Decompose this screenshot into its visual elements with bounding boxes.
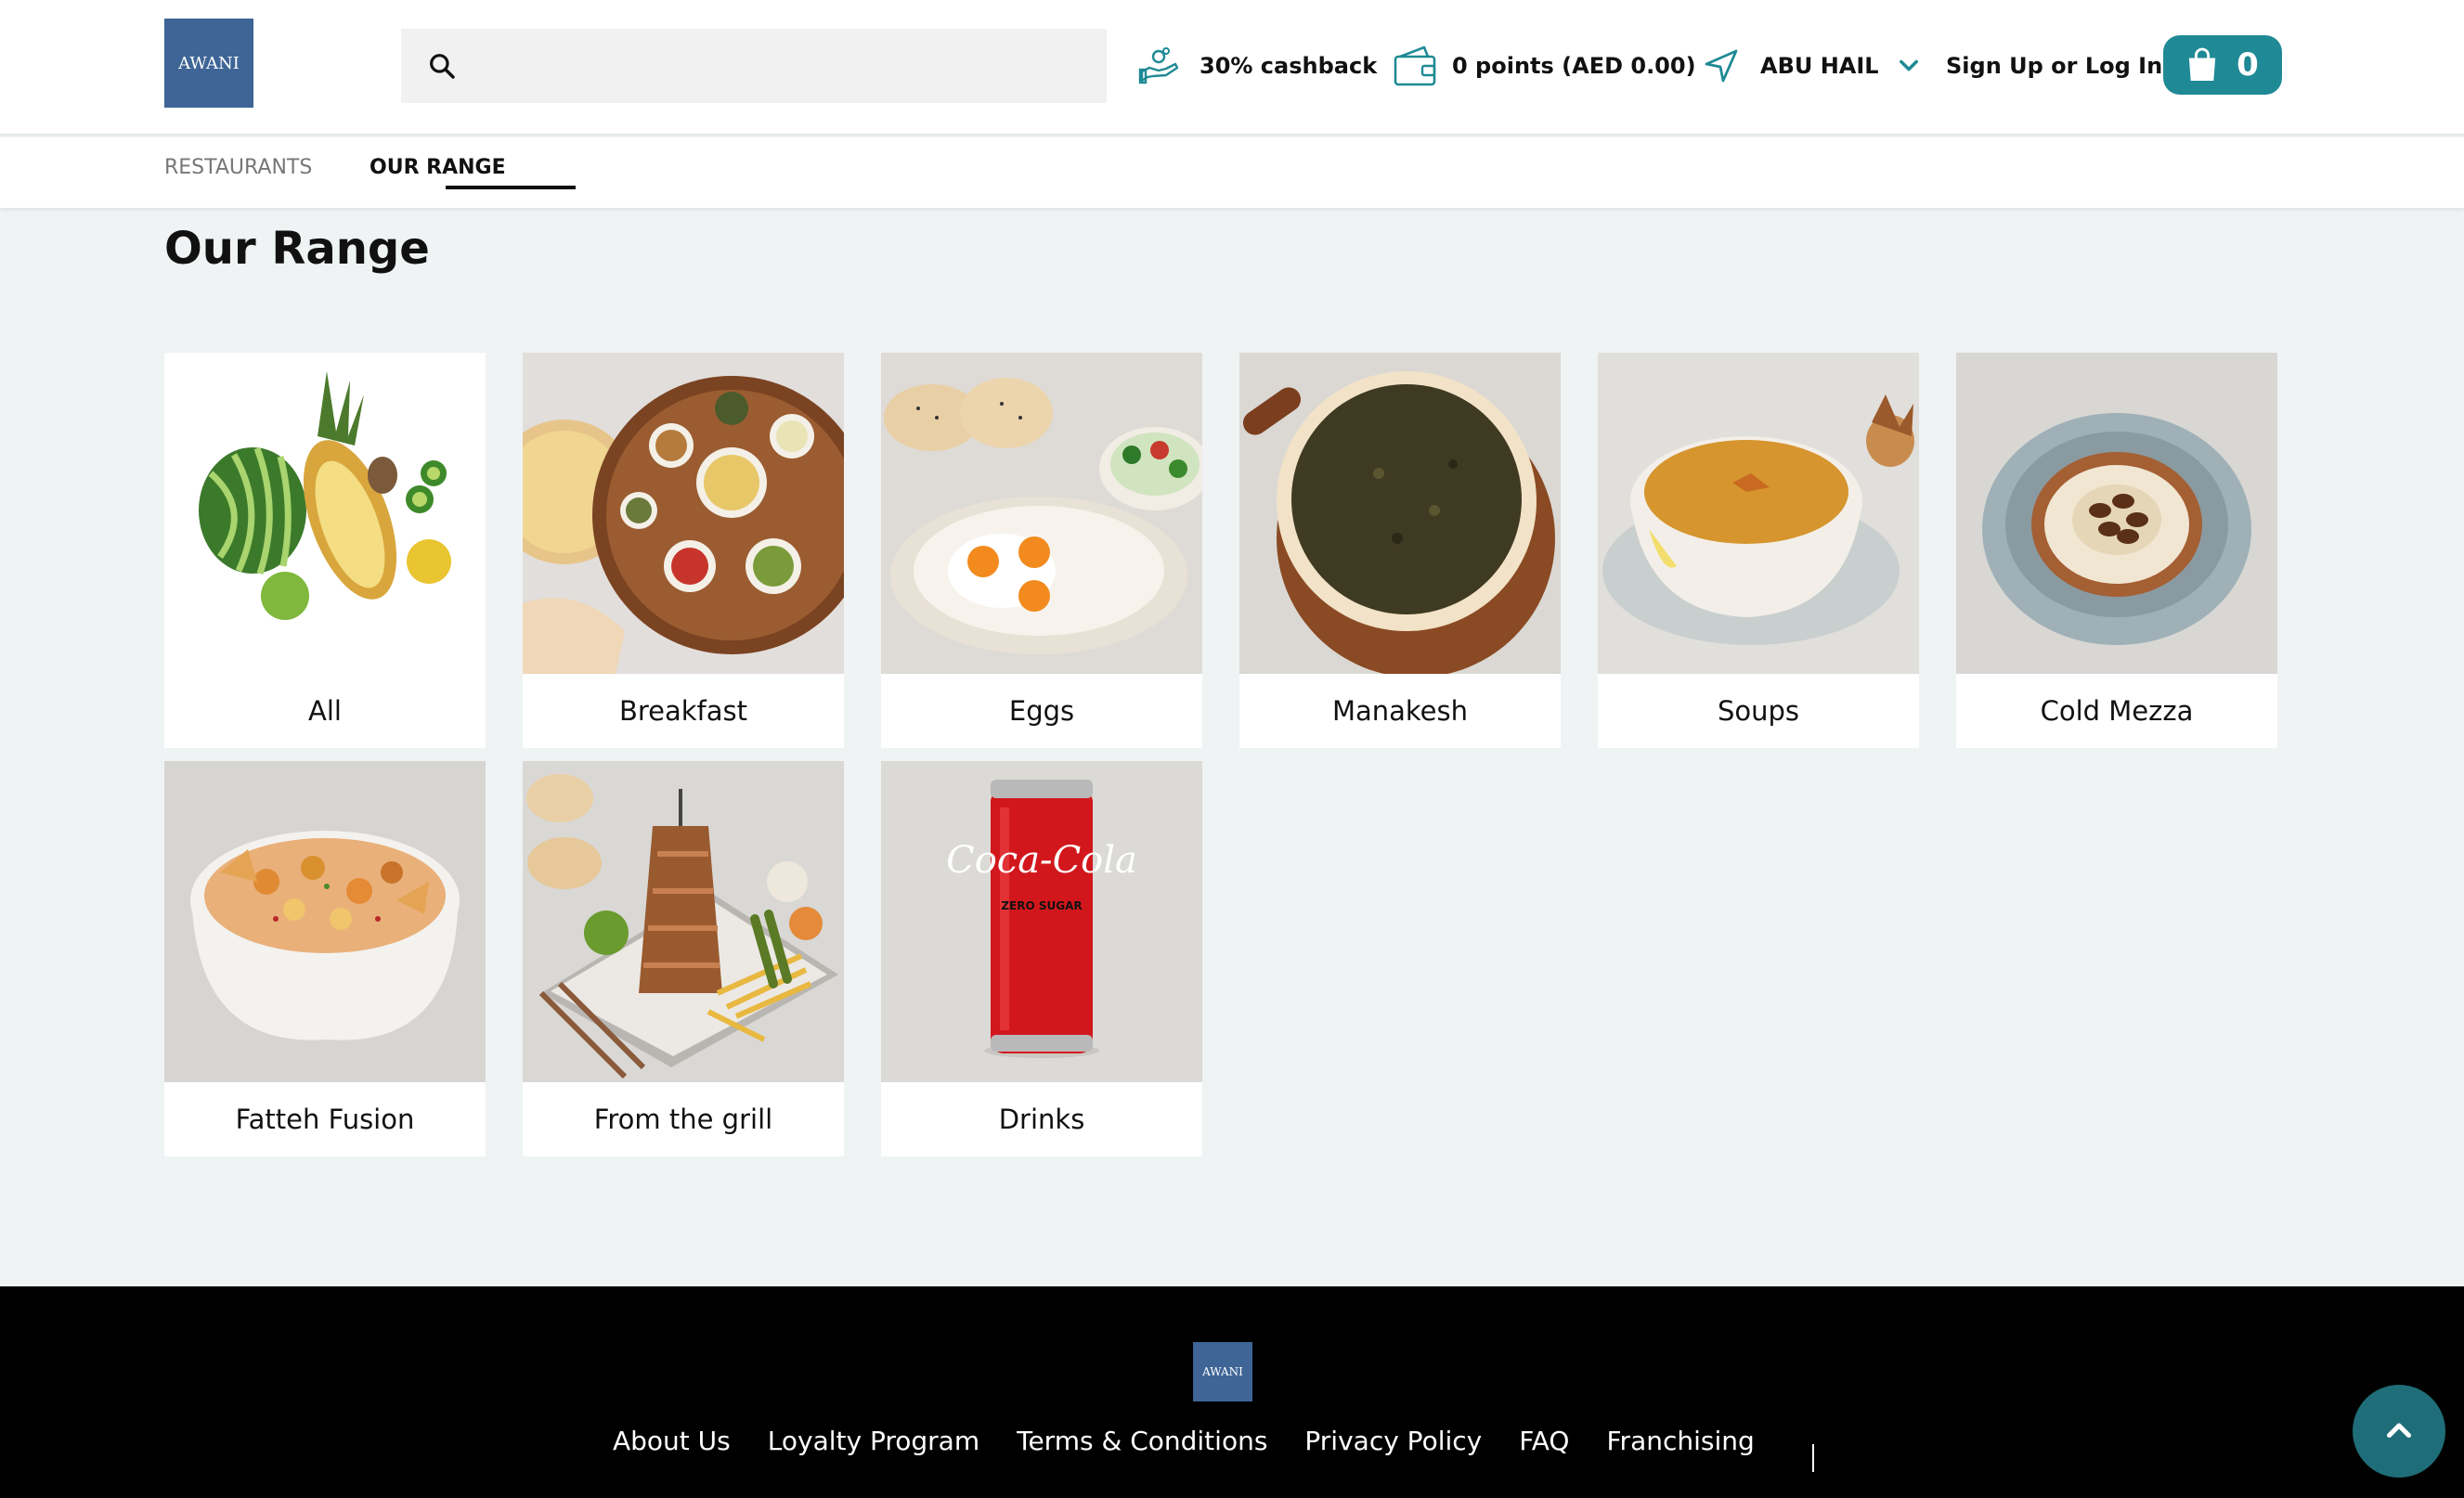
soda-can-illustration: Coca-Cola ZERO SUGAR: [946, 780, 1137, 1058]
footer-logo[interactable]: AWANI: [1193, 1342, 1252, 1401]
scroll-to-top-button[interactable]: [2353, 1385, 2445, 1478]
category-label: Eggs: [1008, 695, 1075, 727]
chevron-down-icon[interactable]: [1896, 52, 1922, 78]
brand-logo-text: AWANI: [178, 53, 240, 73]
chevron-up-icon: [2386, 1423, 2412, 1439]
manakesh-illustration: [1242, 371, 1555, 674]
footer-link-terms[interactable]: Terms & Conditions: [1017, 1426, 1267, 1456]
cart-count: 0: [2237, 46, 2259, 84]
tab-restaurants[interactable]: RESTAURANTS: [164, 156, 312, 179]
category-image-all: [164, 353, 486, 674]
category-label: Fatteh Fusion: [235, 1104, 415, 1135]
grill-illustration: [526, 774, 838, 1079]
search-icon: [430, 54, 455, 79]
points-info[interactable]: 0 points (AED 0.00): [1393, 33, 1696, 98]
brand-logo[interactable]: AWANI: [164, 19, 253, 108]
can-sub-text: ZERO SUGAR: [1001, 899, 1082, 912]
points-label: 0 points (AED 0.00): [1452, 53, 1696, 79]
location-selector[interactable]: ABU HAIL: [1703, 33, 1879, 98]
category-card-drinks[interactable]: Coca-Cola ZERO SUGAR Drinks: [881, 761, 1202, 1156]
soup-bowl-illustration: [1602, 394, 1914, 645]
category-image-breakfast: [523, 353, 844, 674]
category-image-from-the-grill: [523, 761, 844, 1082]
category-card-all[interactable]: All: [164, 353, 486, 748]
category-image-manakesh: [1239, 353, 1561, 674]
category-label: Manakesh: [1331, 695, 1469, 727]
fruit-illustration: [199, 371, 451, 620]
location-arrow-icon: [1705, 49, 1738, 83]
location-label: ABU HAIL: [1760, 53, 1879, 79]
active-tab-underline: [446, 186, 576, 189]
category-card-soups[interactable]: Soups: [1598, 353, 1919, 748]
category-label: All: [308, 695, 342, 727]
category-card-cold-mezza[interactable]: Cold Mezza: [1956, 353, 2277, 748]
wallet-icon: [1394, 45, 1436, 86]
category-label: Cold Mezza: [2040, 695, 2194, 727]
category-image-eggs: [881, 353, 1202, 674]
category-label: Drinks: [998, 1104, 1085, 1135]
search-input[interactable]: [479, 29, 1092, 103]
category-label: From the grill: [593, 1104, 773, 1135]
fatteh-illustration: [190, 831, 460, 1040]
category-image-cold-mezza: [1956, 353, 2277, 674]
footer-link-franchising[interactable]: Franchising: [1606, 1426, 1754, 1456]
eggs-illustration: [884, 378, 1202, 654]
footer-link-privacy-policy[interactable]: Privacy Policy: [1304, 1426, 1482, 1456]
sign-up-login-link[interactable]: Sign Up or Log In: [1946, 33, 2162, 98]
can-brand-text: Coca-Cola: [946, 839, 1137, 882]
cashback-label: 30% cashback: [1200, 53, 1378, 79]
category-card-manakesh[interactable]: Manakesh: [1239, 353, 1561, 748]
footer-divider: [1812, 1444, 1814, 1472]
search-box[interactable]: [401, 29, 1107, 103]
footer-link-loyalty-program[interactable]: Loyalty Program: [768, 1426, 979, 1456]
category-card-eggs[interactable]: Eggs: [881, 353, 1202, 748]
footer-link-faq[interactable]: FAQ: [1519, 1426, 1569, 1456]
category-label: Breakfast: [618, 695, 748, 727]
cashback-info[interactable]: 30% cashback: [1138, 33, 1377, 98]
category-label: Soups: [1717, 695, 1800, 727]
category-image-drinks: Coca-Cola ZERO SUGAR: [881, 761, 1202, 1082]
tab-our-range[interactable]: OUR RANGE: [370, 156, 506, 179]
category-card-fatteh-fusion[interactable]: Fatteh Fusion: [164, 761, 486, 1156]
sign-up-login-label: Sign Up or Log In: [1946, 53, 2163, 79]
footer-link-about-us[interactable]: About Us: [613, 1426, 731, 1456]
category-card-breakfast[interactable]: Breakfast: [523, 353, 844, 748]
category-image-soups: [1598, 353, 1919, 674]
site-footer: AWANI About Us Loyalty Program Terms & C…: [0, 1286, 2464, 1498]
cart-button[interactable]: 0: [2163, 35, 2282, 95]
cashback-hand-icon: [1138, 47, 1179, 84]
footer-links: About Us Loyalty Program Terms & Conditi…: [613, 1426, 1792, 1456]
footer-logo-text: AWANI: [1202, 1365, 1243, 1378]
category-card-from-the-grill[interactable]: From the grill: [523, 761, 844, 1156]
shopping-bag-icon: [2188, 47, 2216, 81]
tab-bar: RESTAURANTS OUR RANGE: [0, 137, 2464, 208]
page-title: Our Range: [164, 223, 430, 275]
breakfast-platter-illustration: [523, 376, 844, 674]
site-header: AWANI 30% cashback 0 points (AED 0.00) A…: [0, 0, 2464, 136]
cold-mezza-illustration: [1982, 413, 2251, 645]
category-image-fatteh-fusion: [164, 761, 486, 1082]
